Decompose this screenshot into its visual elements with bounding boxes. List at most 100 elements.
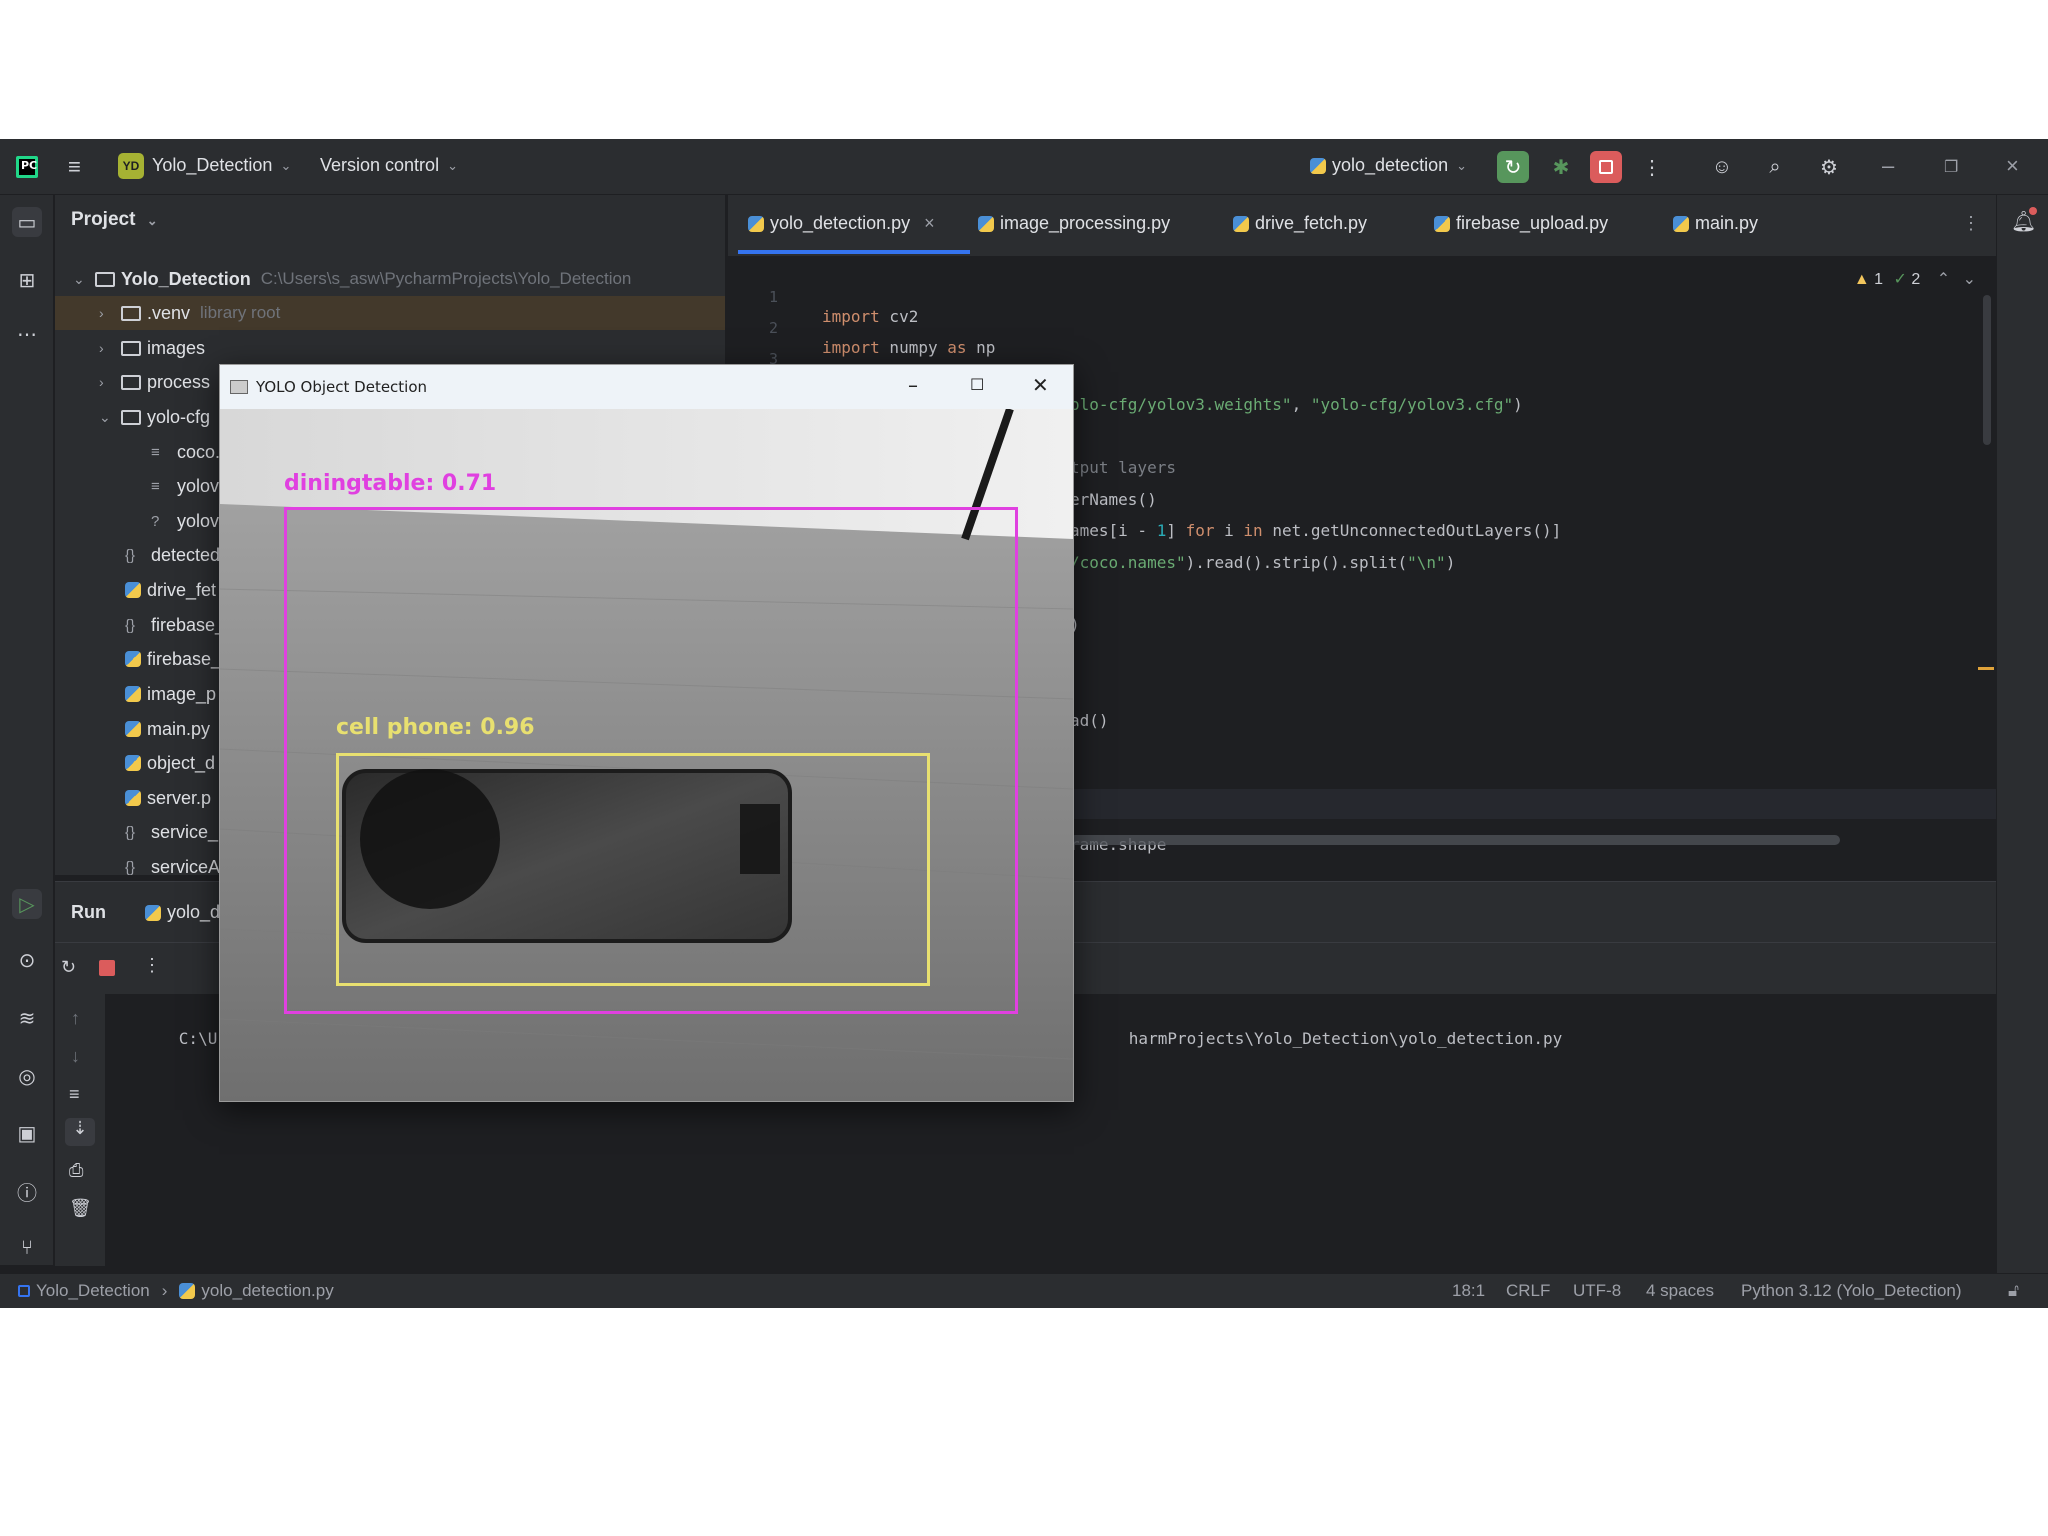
search-everywhere-button[interactable]: ⌕ [1759, 151, 1791, 183]
run-configuration-selector[interactable]: yolo_detection ⌄ [1310, 155, 1467, 176]
minimize-button[interactable]: – [1882, 153, 1894, 179]
yolo-detection-window[interactable]: YOLO Object Detection – ☐ ✕ diningtable:… [219, 364, 1074, 1102]
tree-item-label: serviceA [151, 856, 221, 877]
notification-dot [2029, 207, 2037, 215]
stop-icon[interactable] [99, 960, 115, 976]
maximize-button[interactable]: ☐ [970, 375, 984, 394]
chevron-down-icon: ⌄ [280, 157, 292, 173]
yolo-window-titlebar[interactable]: YOLO Object Detection – ☐ ✕ [220, 365, 1073, 409]
chevron-down-icon: ⌄ [1456, 157, 1467, 173]
close-tab-icon[interactable]: × [924, 213, 935, 234]
project-name: Yolo_Detection [152, 155, 273, 175]
soft-wrap-icon[interactable]: ≡ [69, 1084, 80, 1105]
chevron-down-icon: ⌄ [73, 270, 85, 287]
rerun-icon[interactable]: ↻ [61, 957, 76, 978]
breadcrumb-file[interactable]: yolo_detection.py [201, 1281, 333, 1301]
stop-button[interactable] [1590, 151, 1622, 183]
left-tool-strip: ▭ ⊞ ⋯ ▷ ⊙ ≋ ◎ ▣ ⓘ ⑂ [0, 195, 54, 1265]
horizontal-scrollbar[interactable] [1070, 835, 1840, 845]
code-with-me-button[interactable]: ☺ [1706, 151, 1738, 183]
tab-yolo-detection[interactable]: yolo_detection.py × [748, 213, 935, 234]
print-icon[interactable]: ⎙ [69, 1160, 83, 1181]
comment: tput layers [1070, 458, 1176, 477]
tree-item-label: yolov [177, 510, 220, 531]
tree-item-venv[interactable]: › .venv library root [55, 296, 725, 330]
trash-icon[interactable]: 🗑 [69, 1198, 92, 1219]
lock-icon[interactable]: 🔓︎ [2008, 1281, 2019, 1301]
caret-position[interactable]: 18:1 [1452, 1281, 1485, 1301]
problems-icon[interactable]: ⓘ [12, 1176, 42, 1206]
code-line-1: 1 import cv2 [728, 269, 1996, 326]
close-button[interactable]: ✕ [1032, 373, 1049, 397]
project-switcher[interactable]: Yolo_Detection ⌄ [152, 155, 291, 176]
services-icon[interactable]: ◎ [12, 1061, 42, 1091]
tree-root[interactable]: ⌄ Yolo_Detection C:\Users\s_asw\PycharmP… [55, 262, 725, 296]
unknown-file-icon: ? [151, 512, 160, 530]
python-file-icon [125, 686, 141, 702]
chevron-right-icon: › [99, 305, 104, 321]
python-file-icon [125, 790, 141, 806]
terminal-icon[interactable]: ▣ [12, 1118, 42, 1148]
python-file-icon [748, 215, 764, 232]
code-text: ames[i - [1070, 521, 1157, 540]
tab-label: image_processing.py [1000, 213, 1171, 233]
tree-item-label: coco. [177, 441, 221, 462]
code-text: net.getUnconnectedOutLayers()] [1262, 521, 1562, 540]
settings-button[interactable]: ⚙ [1813, 151, 1845, 183]
warning-stripe-marker[interactable] [1978, 667, 1994, 670]
tree-item-label: images [147, 337, 206, 358]
more-vertical-icon[interactable]: ⋮ [143, 955, 161, 976]
tab-drive-fetch[interactable]: drive_fetch.py [1233, 213, 1367, 234]
tab-firebase-upload[interactable]: firebase_upload.py [1434, 213, 1608, 234]
code-text: ] [1166, 521, 1186, 540]
scroll-to-end-icon[interactable]: ⇣ [65, 1118, 95, 1146]
breadcrumb-project[interactable]: Yolo_Detection [36, 1281, 150, 1301]
code-text: ad() [1070, 711, 1109, 730]
restore-button[interactable]: ❐ [1944, 157, 1958, 177]
run-tab[interactable]: yolo_d [145, 902, 220, 923]
json-file-icon: {} [125, 616, 136, 634]
python-console-icon[interactable]: ⊙ [12, 945, 42, 975]
tree-item-label: yolov [177, 475, 220, 496]
more-tools-icon[interactable]: ⋯ [12, 319, 42, 349]
code-line-5: olo-cfg/yolov3.weights", "yolo-cfg/yolov… [1070, 395, 1523, 423]
tree-item-label: server.p [147, 787, 212, 808]
structure-tool-icon[interactable]: ⊞ [12, 265, 42, 295]
tree-item-label: service_ [151, 821, 219, 842]
line-separator[interactable]: CRLF [1506, 1281, 1550, 1301]
code-text: ) [1513, 395, 1523, 414]
python-file-icon [125, 721, 141, 737]
python-packages-icon[interactable]: ≋ [12, 1003, 42, 1033]
tab-label: main.py [1695, 213, 1759, 233]
indent-setting[interactable]: 4 spaces [1646, 1281, 1714, 1301]
code-line-9: ames[i - 1] for i in net.getUnconnectedO… [1070, 521, 1561, 549]
tab-image-processing[interactable]: image_processing.py [978, 213, 1170, 234]
more-actions-button[interactable]: ⋮ [1636, 151, 1668, 183]
tab-options-button[interactable]: ⋮ [1962, 213, 1980, 234]
minimize-button[interactable]: – [908, 373, 918, 397]
project-tool-icon[interactable]: ▭ [12, 207, 42, 237]
folder-icon [121, 340, 141, 356]
git-icon[interactable]: ⑂ [12, 1233, 42, 1263]
tree-item-images[interactable]: › images [55, 331, 725, 365]
close-button[interactable]: × [2006, 153, 2019, 179]
python-file-icon [1673, 215, 1689, 232]
project-badge[interactable]: YD [118, 153, 144, 179]
run-tool-icon[interactable]: ▷ [12, 889, 42, 919]
active-tab-indicator [738, 250, 970, 254]
folder-icon [121, 409, 141, 425]
file-encoding[interactable]: UTF-8 [1573, 1281, 1621, 1301]
main-menu-icon[interactable]: ≡ [68, 156, 88, 178]
console-output-right[interactable]: harmProjects\Yolo_Detection\yolo_detecti… [1071, 1010, 1562, 1067]
root-folder-path: C:\Users\s_asw\PycharmProjects\Yolo_Dete… [260, 269, 632, 288]
vertical-scrollbar[interactable] [1983, 295, 1991, 445]
rerun-button[interactable]: ↻ [1497, 151, 1529, 183]
json-file-icon: {} [125, 823, 136, 841]
debug-button[interactable]: ✱ [1545, 151, 1577, 183]
arrow-up-icon[interactable]: ↑ [71, 1008, 80, 1029]
project-panel-header[interactable]: Project ⌄ [71, 209, 158, 231]
tab-main[interactable]: main.py [1673, 213, 1758, 234]
arrow-down-icon[interactable]: ↓ [71, 1046, 80, 1067]
python-interpreter[interactable]: Python 3.12 (Yolo_Detection) [1741, 1281, 1962, 1301]
version-control-menu[interactable]: Version control ⌄ [320, 155, 458, 176]
